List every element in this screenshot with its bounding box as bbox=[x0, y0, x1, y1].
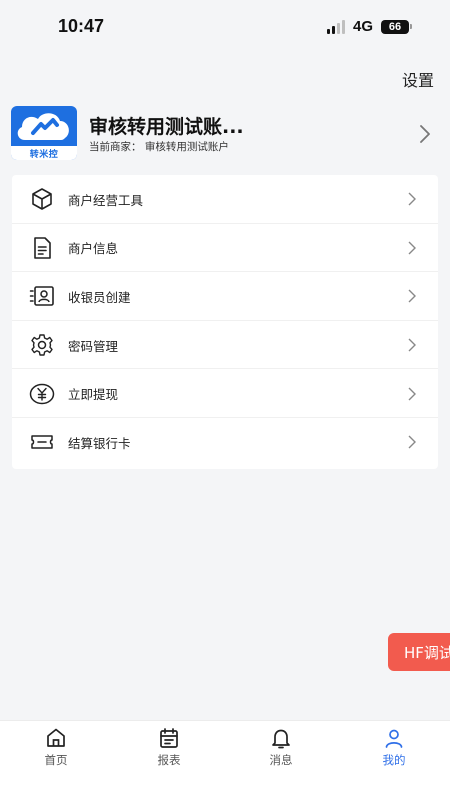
tab-home[interactable]: 首页 bbox=[16, 727, 96, 768]
chevron-right-icon bbox=[408, 387, 416, 401]
current-merchant: 当前商家： 审核转用测试账户 bbox=[89, 139, 229, 154]
chevron-right-icon bbox=[408, 338, 416, 352]
battery-icon: 66 bbox=[381, 19, 412, 34]
avatar-logo-band: 转米控 bbox=[11, 146, 77, 160]
signal-icon bbox=[326, 19, 345, 34]
tab-mine-label: 我的 bbox=[382, 753, 406, 767]
current-merchant-label: 当前商家： bbox=[89, 141, 142, 153]
menu-item-password-management[interactable]: 密码管理 bbox=[12, 321, 438, 370]
home-icon bbox=[47, 728, 65, 747]
hf-debug-button[interactable]: HF调试 bbox=[388, 633, 450, 671]
merchant-profile[interactable]: 转米控 审核转用测试账... 当前商家： 审核转用测试账户 bbox=[11, 106, 439, 160]
menu-card: 商户经营工具 商户信息 收银员创建 密码管理 立即提现 结算银行卡 bbox=[12, 175, 438, 469]
bottom-tab-bar: 首页 报表 消息 我的 bbox=[0, 720, 450, 800]
calendar-report-icon bbox=[160, 728, 178, 748]
menu-item-business-tools[interactable]: 商户经营工具 bbox=[12, 175, 438, 224]
cloud-logo-icon bbox=[17, 113, 69, 140]
document-icon bbox=[29, 235, 55, 261]
menu-item-label: 结算银行卡 bbox=[68, 435, 131, 451]
avatar-logo-text: 转米控 bbox=[29, 149, 59, 160]
chevron-right-icon bbox=[408, 289, 416, 303]
tab-messages[interactable]: 消息 bbox=[241, 727, 321, 768]
status-time: 10:47 bbox=[58, 16, 105, 36]
menu-item-withdraw[interactable]: 立即提现 bbox=[12, 369, 438, 418]
status-indicators: 4G 66 bbox=[326, 18, 412, 35]
menu-item-label: 商户信息 bbox=[68, 241, 119, 257]
menu-item-merchant-info[interactable]: 商户信息 bbox=[12, 224, 438, 273]
merchant-name: 审核转用测试账... bbox=[89, 116, 244, 138]
menu-item-label: 收银员创建 bbox=[68, 289, 131, 305]
menu-item-create-cashier[interactable]: 收银员创建 bbox=[12, 272, 438, 321]
gear-icon bbox=[29, 332, 55, 358]
box-icon bbox=[29, 186, 55, 212]
tab-messages-label: 消息 bbox=[269, 753, 293, 767]
tab-home-label: 首页 bbox=[44, 753, 68, 767]
tab-reports-label: 报表 bbox=[157, 753, 181, 767]
settings-button[interactable]: 设置 bbox=[402, 67, 434, 91]
user-icon bbox=[385, 729, 403, 748]
chevron-right-icon bbox=[408, 192, 416, 206]
network-type: 4G bbox=[352, 18, 373, 35]
tab-reports[interactable]: 报表 bbox=[129, 727, 209, 768]
chevron-right-icon bbox=[420, 125, 430, 143]
merchant-avatar: 转米控 bbox=[11, 106, 77, 160]
tab-mine[interactable]: 我的 bbox=[354, 727, 434, 768]
battery-level: 66 bbox=[381, 19, 409, 34]
chevron-right-icon bbox=[408, 241, 416, 255]
menu-item-label: 立即提现 bbox=[68, 387, 119, 403]
bank-card-icon bbox=[29, 429, 55, 455]
menu-item-settlement-card[interactable]: 结算银行卡 bbox=[12, 418, 438, 467]
yuan-icon bbox=[29, 381, 55, 407]
menu-item-label: 商户经营工具 bbox=[68, 192, 144, 208]
current-merchant-value: 审核转用测试账户 bbox=[144, 141, 229, 153]
bell-icon bbox=[272, 729, 290, 749]
menu-item-label: 密码管理 bbox=[68, 338, 119, 354]
chevron-right-icon bbox=[408, 435, 416, 449]
cashier-id-icon bbox=[29, 283, 55, 309]
status-bar: 10:47 4G 66 bbox=[0, 0, 450, 56]
